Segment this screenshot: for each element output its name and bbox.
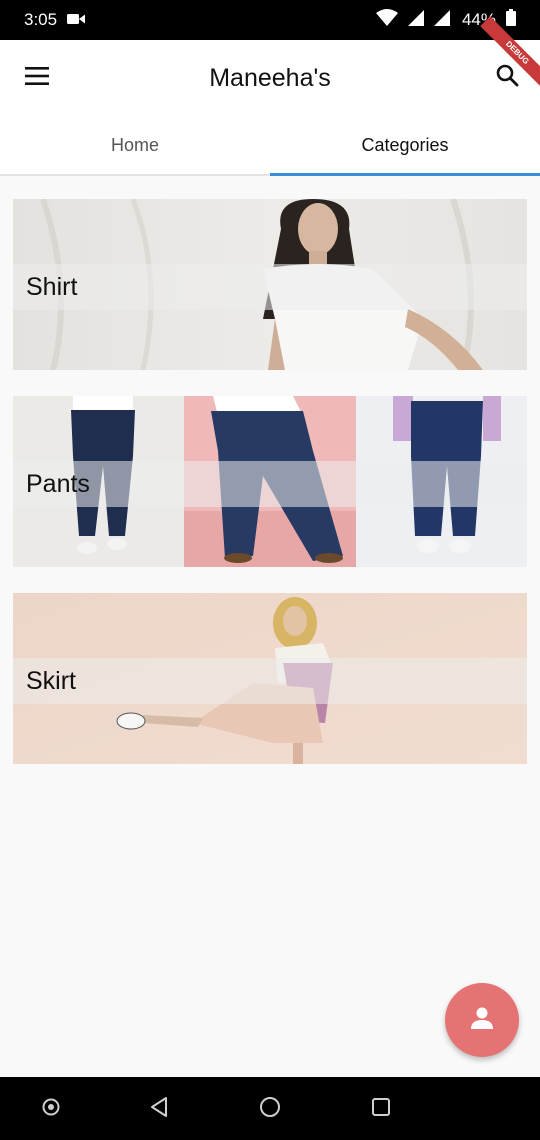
search-icon: [495, 63, 519, 92]
signal-icon-2: [433, 9, 450, 31]
battery-icon: [506, 9, 516, 31]
menu-button[interactable]: [20, 62, 54, 94]
app-title: Maneeha's: [209, 63, 331, 92]
tab-bar: Home Categories: [0, 116, 540, 176]
category-card-pants[interactable]: Pants: [13, 396, 527, 567]
category-label-shirt: Shirt: [26, 272, 78, 301]
category-label-band: Shirt: [13, 264, 527, 310]
status-left: 3:05: [24, 10, 86, 30]
system-nav-bar: [0, 1077, 540, 1140]
wifi-icon: [375, 8, 398, 32]
recents-button[interactable]: [368, 1096, 394, 1122]
menu-icon: [25, 66, 49, 90]
back-button[interactable]: [146, 1096, 172, 1122]
assistant-button[interactable]: [38, 1096, 64, 1122]
status-time: 3:05: [24, 10, 58, 29]
category-card-shirt[interactable]: Shirt: [13, 199, 527, 370]
person-icon: [469, 1005, 495, 1036]
app-bar: Maneeha's DEBUG: [0, 16, 540, 116]
home-button[interactable]: [257, 1096, 283, 1122]
category-label-pants: Pants: [26, 469, 90, 498]
back-triangle-icon: [148, 1096, 170, 1123]
tab-home[interactable]: Home: [0, 116, 270, 174]
category-label-band: Skirt: [13, 658, 527, 704]
assistant-dot-icon: [41, 1097, 61, 1122]
recents-square-icon: [371, 1097, 391, 1122]
category-label-band: Pants: [13, 461, 527, 507]
category-card-skirt[interactable]: Skirt: [13, 593, 527, 764]
video-camera-icon: [67, 10, 86, 30]
signal-icon: [407, 9, 424, 31]
home-circle-icon: [259, 1096, 281, 1123]
profile-fab-button[interactable]: [445, 983, 519, 1057]
tab-categories[interactable]: Categories: [270, 116, 540, 176]
status-bar: 3:05 44%: [0, 0, 540, 40]
category-label-skirt: Skirt: [26, 666, 76, 695]
